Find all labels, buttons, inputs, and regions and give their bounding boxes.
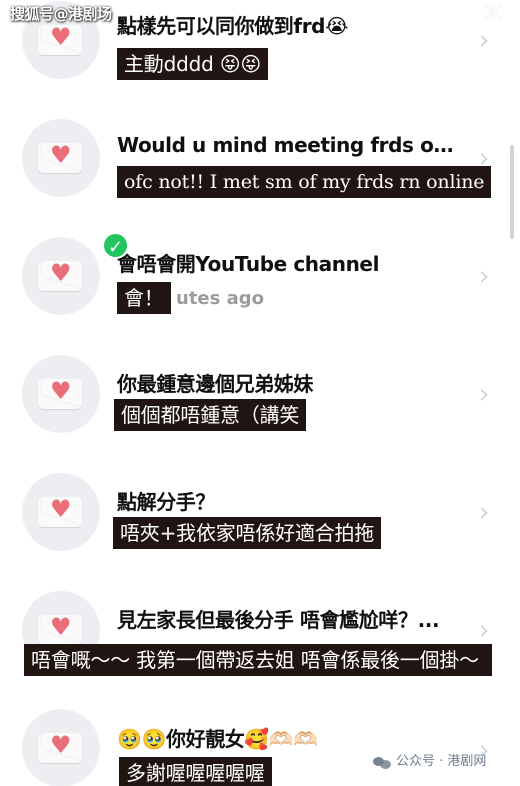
heart-envelope-icon: ♥ [38, 261, 82, 291]
heart-envelope-icon: ♥ [38, 615, 82, 645]
top-watermark: 搜狐号@港剧场 [10, 5, 112, 23]
answer-text: 多謝喔喔喔喔喔 [119, 757, 272, 786]
wechat-icon [373, 755, 391, 770]
scrollbar[interactable] [510, 145, 514, 239]
close-icon[interactable] [480, 0, 508, 27]
question-row-6[interactable]: ♥ 見左家長但最後分手 唔會尷尬咩？... 唔會嘅～～ 我第一個帶返去姐 唔會係… [0, 573, 520, 692]
question-text: 見左家長但最後分手 唔會尷尬咩？... [117, 608, 440, 632]
chevron-right-icon[interactable]: › [479, 26, 495, 54]
chevron-right-icon[interactable]: › [479, 498, 495, 526]
bottom-watermark-text: 公众号 · 港剧网 [396, 754, 487, 769]
question-row-3[interactable]: ♥ ✓ 會唔會開YouTube channel utes ago 會！ › [0, 219, 520, 338]
answer-text: 唔夾+我依家唔係好適合拍拖 [113, 517, 382, 549]
chevron-right-icon[interactable]: › [479, 262, 495, 290]
question-text: Would u mind meeting frds onlin... [117, 133, 467, 157]
answer-text: 唔會嘅～～ 我第一個帶返去姐 唔會係最後一個掛～ [24, 644, 492, 676]
answer-text: ofc not!! I met sm of my frds rn online [117, 166, 492, 198]
answer-text: 主動dddd 😝😝 [117, 48, 269, 80]
question-text: 會唔會開YouTube channel [117, 252, 380, 276]
top-overlay: 搜狐号@港剧场 [0, 0, 520, 28]
avatar: ♥ [22, 473, 100, 551]
chevron-right-icon[interactable]: › [479, 616, 495, 644]
heart-envelope-icon: ♥ [38, 497, 82, 527]
heart-envelope-icon: ♥ [38, 143, 82, 173]
question-text: 🥹🥹你好靚女🥰🫶🏻🫶🏻 [117, 727, 318, 751]
answer-text: 個個都唔鍾意（講笑 [114, 399, 307, 431]
question-text: 點解分手？ [117, 490, 215, 514]
timestamp: utes ago [176, 288, 265, 309]
avatar: ♥ ✓ [22, 232, 129, 315]
heart-envelope-icon: ♥ [38, 379, 82, 409]
question-row-4[interactable]: ♥ 你最鍾意邊個兄弟姊妹 個個都唔鍾意（講笑 › [0, 337, 520, 456]
questions-screen: 搜狐号@港剧场 ♥ 點樣先可以同你做到frd😭 主動dddd 😝😝 › ♥ Wo… [0, 0, 520, 786]
heart-envelope-icon: ♥ [38, 733, 82, 763]
bottom-watermark: 公众号 · 港剧网 [373, 750, 486, 774]
avatar: ♥ [22, 709, 100, 786]
question-list: ♥ 點樣先可以同你做到frd😭 主動dddd 😝😝 › ♥ Would u mi… [0, 0, 520, 786]
avatar: ♥ [22, 355, 100, 433]
chevron-right-icon[interactable]: › [479, 380, 495, 408]
heart-envelope-icon: ♥ [38, 25, 82, 55]
question-row-5[interactable]: ♥ 點解分手？ 唔夾+我依家唔係好適合拍拖 › [0, 455, 520, 574]
avatar: ♥ [22, 119, 100, 197]
chevron-right-icon[interactable]: › [479, 144, 495, 172]
question-row-2[interactable]: ♥ Would u mind meeting frds onlin... ofc… [0, 101, 520, 220]
answer-text: 會！ [117, 282, 171, 314]
question-text: 你最鍾意邊個兄弟姊妹 [117, 372, 313, 396]
